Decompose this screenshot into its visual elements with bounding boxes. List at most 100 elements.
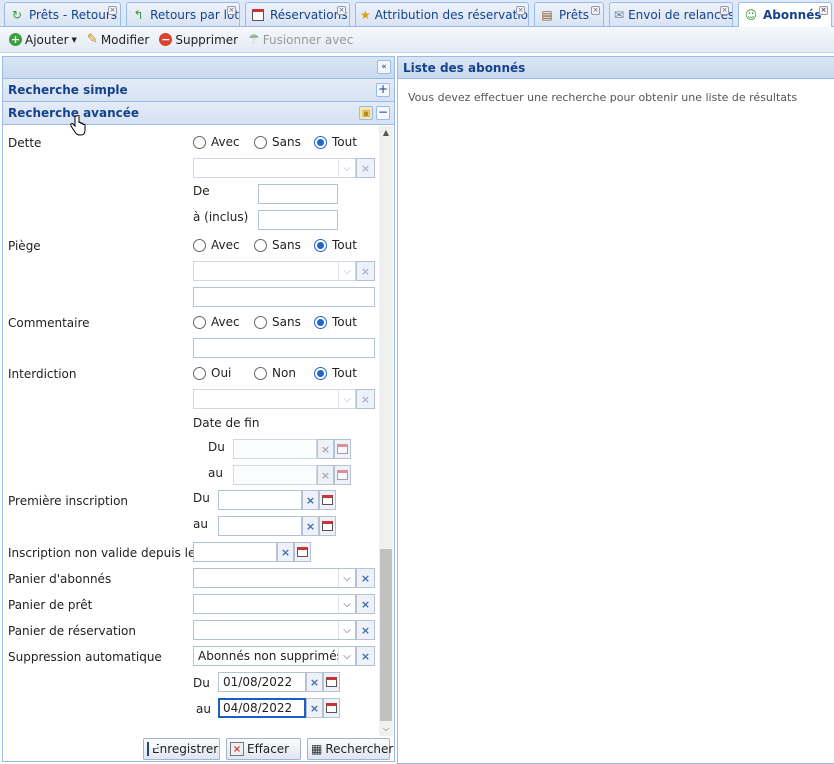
dette-radio-avec[interactable]: Avec	[193, 135, 240, 149]
panier-pret-combo[interactable]: ⌵	[193, 594, 356, 614]
delete-button[interactable]: − Supprimer	[156, 29, 241, 51]
interdiction-clear-icon[interactable]: ×	[356, 389, 375, 409]
interdiction-radio-non[interactable]: Non	[254, 366, 296, 380]
expand-icon[interactable]: +	[376, 83, 390, 97]
inscription-non-valide-date[interactable]	[193, 542, 277, 562]
interdiction-label: Interdiction	[8, 367, 77, 381]
calendar-icon[interactable]	[323, 672, 340, 692]
calendar-icon[interactable]	[334, 465, 351, 485]
tab-reservations[interactable]: Réservations ×	[245, 2, 350, 26]
tab-prets-retours[interactable]: ↻ Prêts - Retours ×	[4, 2, 121, 26]
edit-button[interactable]: ✎ Modifier	[84, 29, 152, 51]
commentaire-text-input[interactable]	[193, 338, 375, 358]
add-button[interactable]: + Ajouter ▼	[6, 29, 80, 51]
panier-abonnes-clear-icon[interactable]: ×	[356, 568, 375, 588]
clear-icon[interactable]: ×	[302, 490, 319, 510]
toolbar: + Ajouter ▼ ✎ Modifier − Supprimer ☂ Fus…	[0, 27, 834, 53]
dette-radio-sans[interactable]: Sans	[254, 135, 301, 149]
dette-to-input[interactable]	[258, 210, 338, 230]
piege-radio-avec[interactable]: Avec	[193, 238, 240, 252]
simple-search-section[interactable]: Recherche simple +	[3, 79, 394, 102]
suppression-combo[interactable]: Abonnés non supprimés ⌵	[193, 646, 356, 666]
commentaire-radio-tout[interactable]: Tout	[314, 315, 357, 329]
calendar-icon[interactable]	[294, 542, 311, 562]
collapse-icon[interactable]: −	[376, 106, 390, 120]
interdiction-combo[interactable]: ⌵	[193, 389, 356, 409]
suppression-du-date[interactable]: 01/08/2022	[218, 672, 306, 692]
merge-button[interactable]: ☂ Fusionner avec	[245, 29, 356, 51]
piege-combo[interactable]: ⌵	[193, 261, 356, 281]
edit-label: Modifier	[100, 32, 150, 47]
piege-radio-sans[interactable]: Sans	[254, 238, 301, 252]
commentaire-radio-avec[interactable]: Avec	[193, 315, 240, 329]
chevron-down-icon[interactable]: ⌵	[338, 159, 355, 177]
premiere-du-date[interactable]	[218, 490, 302, 510]
search-button[interactable]: ▦ Rechercher	[307, 738, 393, 760]
tab-attribution-reservations[interactable]: ★ Attribution des réservations ×	[355, 2, 529, 26]
interdiction-du-label: Du	[208, 440, 225, 454]
calendar-icon[interactable]	[323, 698, 340, 718]
close-icon[interactable]: ×	[819, 6, 828, 15]
chevron-down-icon[interactable]: ⌵	[338, 621, 355, 639]
chevron-down-icon[interactable]: ⌵	[338, 262, 355, 280]
panier-reservation-combo[interactable]: ⌵	[193, 620, 356, 640]
save-button[interactable]: Enregistrer	[143, 738, 220, 760]
chevron-down-icon[interactable]: ⌵	[338, 595, 355, 613]
calendar-icon[interactable]	[319, 516, 336, 536]
tab-prets[interactable]: ▤ Prêts ×	[534, 2, 604, 26]
dette-clear-icon[interactable]: ×	[356, 158, 375, 178]
clear-icon[interactable]: ×	[317, 439, 334, 459]
binoculars-icon: ▦	[311, 742, 323, 756]
panier-reservation-label: Panier de réservation	[8, 624, 136, 638]
dette-from-input[interactable]	[258, 184, 338, 204]
clear-button[interactable]: × Effacer	[226, 738, 301, 760]
premiere-au-date[interactable]	[218, 516, 302, 536]
clear-icon[interactable]: ×	[277, 542, 294, 562]
clear-icon[interactable]: ×	[302, 516, 319, 536]
panier-pret-clear-icon[interactable]: ×	[356, 594, 375, 614]
suppression-au-date[interactable]: 04/08/2022	[218, 698, 306, 718]
piege-clear-icon[interactable]: ×	[356, 261, 375, 281]
dette-combo[interactable]: ⌵	[193, 158, 356, 178]
floppy-disk-icon	[147, 742, 157, 756]
advanced-search-section[interactable]: Recherche avancée ▣ −	[3, 102, 394, 125]
user-icon: ☺	[744, 8, 758, 22]
piege-text-input[interactable]	[193, 287, 375, 307]
scrollbar-thumb[interactable]	[380, 549, 392, 721]
close-icon[interactable]: ×	[516, 6, 525, 15]
suppression-clear-icon[interactable]: ×	[356, 646, 375, 666]
panier-reservation-clear-icon[interactable]: ×	[356, 620, 375, 640]
form-scrollbar[interactable]: ▲ ⌵	[379, 126, 393, 736]
tab-abonnes[interactable]: ☺ Abonnés ×	[738, 2, 832, 27]
close-icon[interactable]: ×	[108, 6, 117, 15]
add-label: Ajouter	[25, 32, 69, 47]
close-icon[interactable]: ×	[720, 6, 729, 15]
folder-icon[interactable]: ▣	[359, 106, 373, 120]
clear-icon[interactable]: ×	[306, 698, 323, 718]
panier-pret-label: Panier de prêt	[8, 598, 93, 612]
close-icon[interactable]: ×	[591, 6, 600, 15]
scroll-up-icon[interactable]: ▲	[379, 126, 393, 140]
clear-icon[interactable]: ×	[306, 672, 323, 692]
interdiction-au-date[interactable]	[233, 465, 317, 485]
piege-radio-tout[interactable]: Tout	[314, 238, 357, 252]
close-icon[interactable]: ×	[337, 6, 346, 15]
close-icon[interactable]: ×	[227, 6, 236, 15]
interdiction-radio-tout[interactable]: Tout	[314, 366, 357, 380]
panier-abonnes-combo[interactable]: ⌵	[193, 568, 356, 588]
commentaire-radio-sans[interactable]: Sans	[254, 315, 301, 329]
tab-retours-par-lot[interactable]: ↰ Retours par lot ×	[126, 2, 240, 26]
calendar-icon[interactable]	[334, 439, 351, 459]
calendar-icon[interactable]	[319, 490, 336, 510]
chevron-down-icon[interactable]: ⌵	[338, 390, 355, 408]
chevron-down-icon[interactable]: ⌵	[338, 569, 355, 587]
chevron-down-icon[interactable]: ⌵	[338, 647, 355, 665]
books-icon: ▤	[541, 7, 553, 22]
collapse-left-icon[interactable]: «	[377, 60, 391, 74]
dette-from-label: De	[193, 184, 210, 198]
interdiction-radio-oui[interactable]: Oui	[193, 366, 231, 380]
dette-radio-tout[interactable]: Tout	[314, 135, 357, 149]
tab-envoi-relances[interactable]: ✉ Envoi de relances ×	[609, 2, 733, 26]
clear-icon[interactable]: ×	[317, 465, 334, 485]
interdiction-du-date[interactable]	[233, 439, 317, 459]
